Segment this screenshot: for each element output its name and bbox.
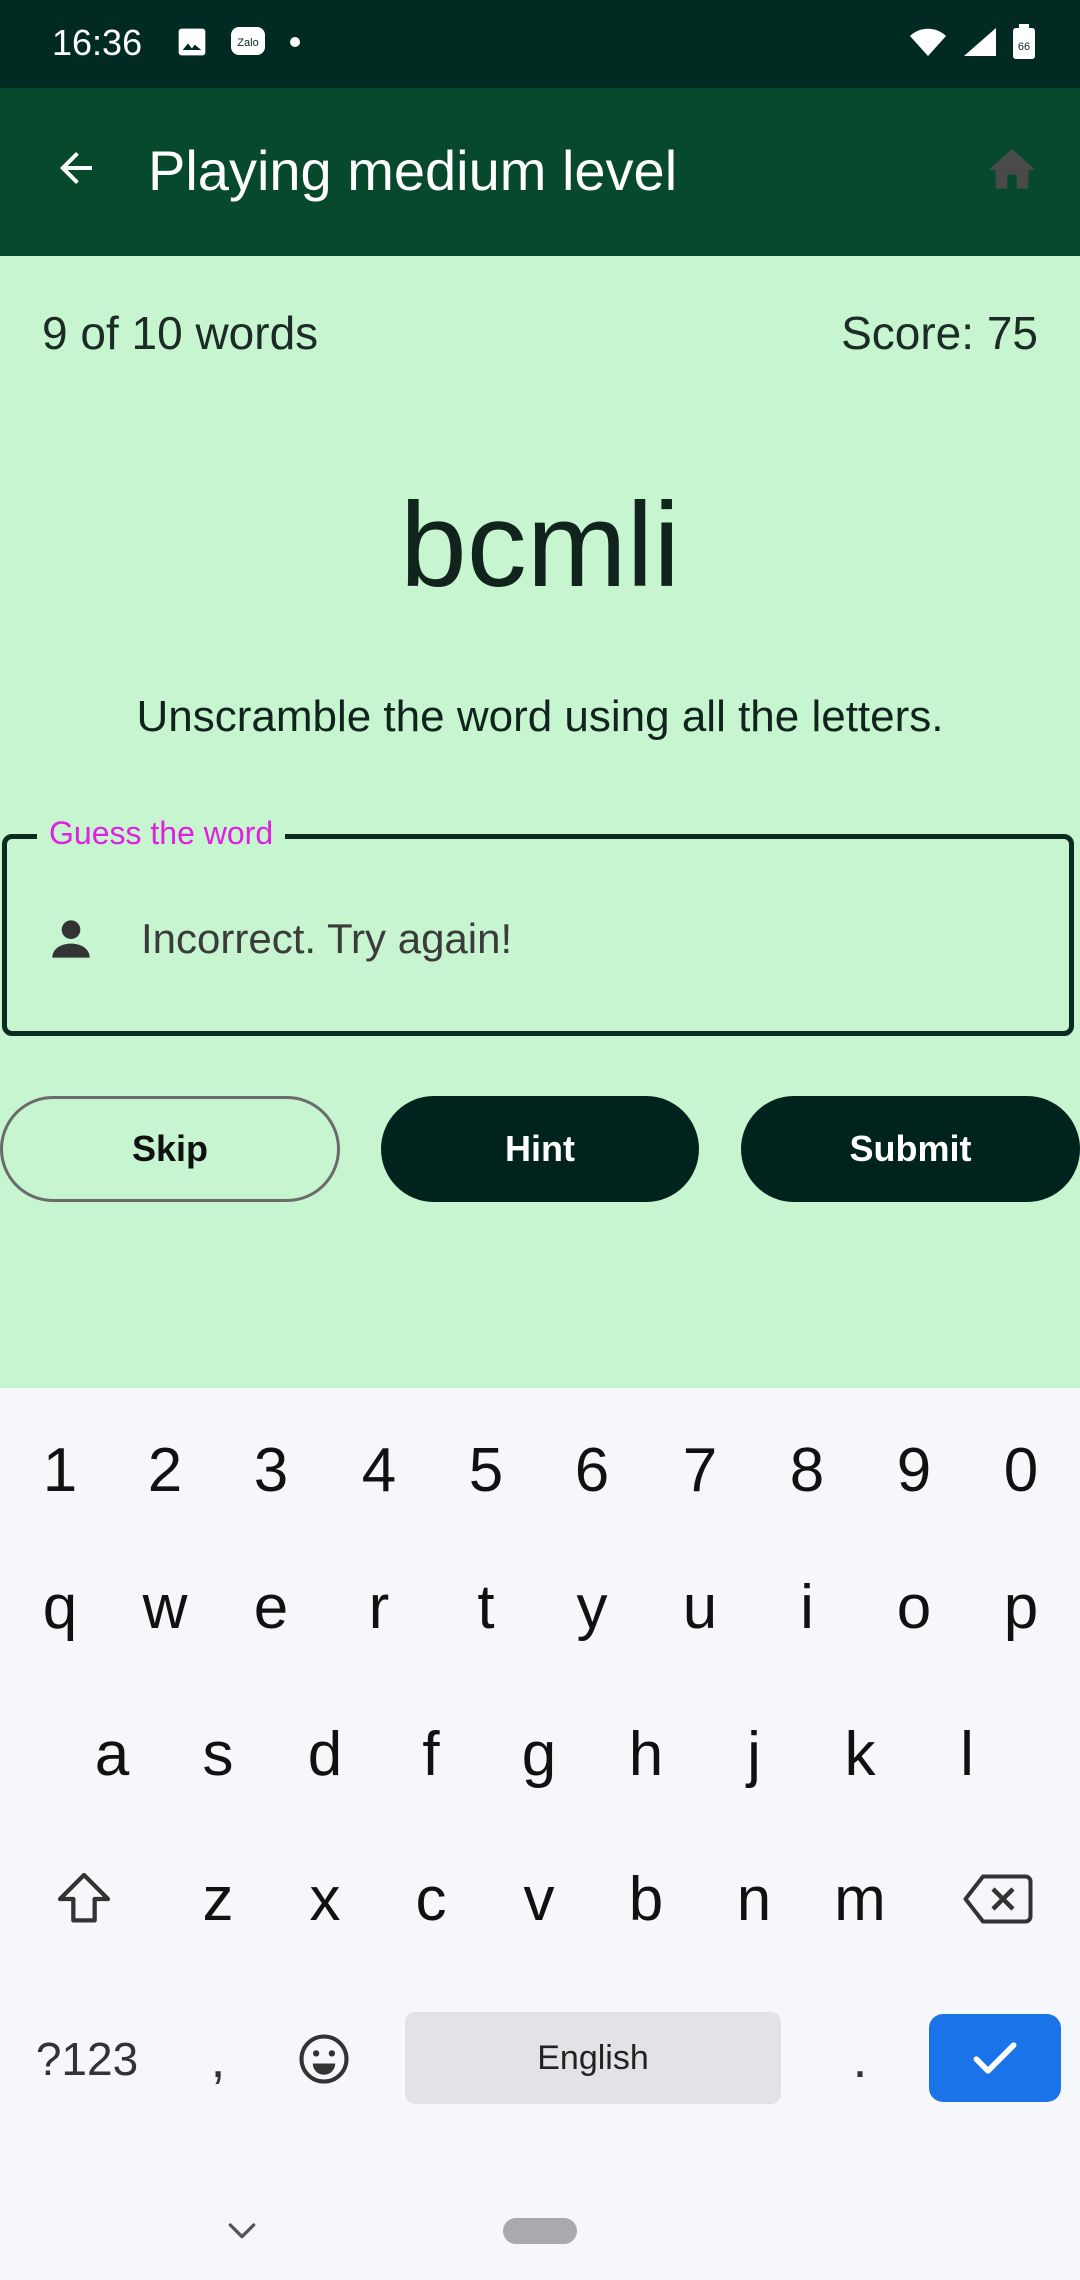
guess-field-value: Incorrect. Try again!	[141, 915, 513, 962]
battery-icon: 66	[1013, 24, 1035, 59]
page-title: Playing medium level	[148, 139, 678, 202]
key-q[interactable]: q	[12, 1552, 108, 1662]
key-g[interactable]: g	[491, 1699, 587, 1809]
period-key[interactable]: .	[820, 2004, 900, 2114]
key-h[interactable]: h	[598, 1699, 694, 1809]
key-4[interactable]: 4	[331, 1415, 427, 1525]
home-icon	[988, 149, 1036, 189]
emoji-key[interactable]	[276, 2004, 372, 2114]
gallery-icon	[178, 28, 206, 56]
key-m[interactable]: m	[812, 1844, 908, 1954]
skip-button[interactable]: Skip	[0, 1096, 340, 1202]
home-button[interactable]	[976, 134, 1048, 206]
arrow-back-icon	[60, 152, 92, 184]
key-v[interactable]: v	[491, 1844, 587, 1954]
key-3[interactable]: 3	[223, 1415, 319, 1525]
enter-key[interactable]	[929, 2014, 1061, 2102]
space-key[interactable]: English	[405, 2012, 781, 2104]
status-bar: 16:36 Zalo 66	[0, 0, 1080, 88]
key-5[interactable]: 5	[438, 1415, 534, 1525]
key-d[interactable]: d	[277, 1699, 373, 1809]
key-8[interactable]: 8	[759, 1415, 855, 1525]
shift-key[interactable]	[36, 1844, 132, 1954]
key-f[interactable]: f	[383, 1699, 479, 1809]
key-9[interactable]: 9	[866, 1415, 962, 1525]
system-icons: 66	[908, 24, 1036, 60]
notification-icons: Zalo	[176, 26, 302, 58]
key-o[interactable]: o	[866, 1552, 962, 1662]
hint-button[interactable]: Hint	[381, 1096, 699, 1202]
game-content: 9 of 10 words Score: 75 bcmli Unscramble…	[0, 256, 1080, 1388]
signal-icon	[964, 28, 996, 56]
zalo-icon: Zalo	[231, 27, 265, 55]
scrambled-word: bcmli	[399, 478, 681, 612]
guess-field-label: Guess the word	[37, 815, 286, 852]
key-7[interactable]: 7	[652, 1415, 748, 1525]
back-button[interactable]	[40, 132, 112, 204]
key-y[interactable]: y	[544, 1552, 640, 1662]
svg-text:Zalo: Zalo	[237, 37, 258, 49]
instructions: Unscramble the word using all the letter…	[136, 692, 944, 741]
key-2[interactable]: 2	[117, 1415, 213, 1525]
word-count: 9 of 10 words	[42, 307, 319, 359]
key-u[interactable]: u	[652, 1552, 748, 1662]
backspace-icon	[963, 1874, 1033, 1924]
key-0[interactable]: 0	[973, 1415, 1069, 1525]
key-a[interactable]: a	[64, 1699, 160, 1809]
shift-icon	[57, 1872, 111, 1923]
key-j[interactable]: j	[706, 1699, 802, 1809]
key-e[interactable]: e	[223, 1552, 319, 1662]
key-r[interactable]: r	[331, 1552, 427, 1662]
key-1[interactable]: 1	[12, 1415, 108, 1525]
key-t[interactable]: t	[438, 1552, 534, 1662]
key-l[interactable]: l	[919, 1699, 1015, 1809]
symbols-key[interactable]: ?123	[22, 2004, 152, 2114]
submit-button[interactable]: Submit	[741, 1096, 1080, 1202]
key-n[interactable]: n	[706, 1844, 802, 1954]
comma-key[interactable]: ,	[178, 2004, 258, 2114]
key-k[interactable]: k	[812, 1699, 908, 1809]
key-w[interactable]: w	[117, 1552, 213, 1662]
key-p[interactable]: p	[973, 1552, 1069, 1662]
keyboard-hide-icon[interactable]	[222, 2210, 262, 2250]
score: Score: 75	[841, 307, 1038, 359]
checkmark-icon	[973, 2042, 1017, 2074]
key-6[interactable]: 6	[544, 1415, 640, 1525]
person-icon	[52, 920, 90, 958]
key-b[interactable]: b	[598, 1844, 694, 1954]
backspace-key[interactable]	[950, 1844, 1046, 1954]
key-x[interactable]: x	[277, 1844, 373, 1954]
key-s[interactable]: s	[170, 1699, 266, 1809]
keyboard: 1 2 3 4 5 6 7 8 9 0 q w e r t y u i o p …	[0, 1388, 1080, 2280]
app-bar: Playing medium level	[0, 88, 1080, 256]
key-i[interactable]: i	[759, 1552, 855, 1662]
status-time: 16:36	[52, 22, 143, 63]
dot-icon	[290, 37, 300, 47]
key-z[interactable]: z	[170, 1844, 266, 1954]
navigation-handle[interactable]	[503, 2218, 577, 2244]
key-c[interactable]: c	[383, 1844, 479, 1954]
svg-text:66: 66	[1018, 41, 1030, 53]
wifi-icon	[910, 28, 946, 56]
guess-field[interactable]: Guess the word Incorrect. Try again!	[2, 815, 1074, 1036]
emoji-icon	[299, 2034, 349, 2084]
